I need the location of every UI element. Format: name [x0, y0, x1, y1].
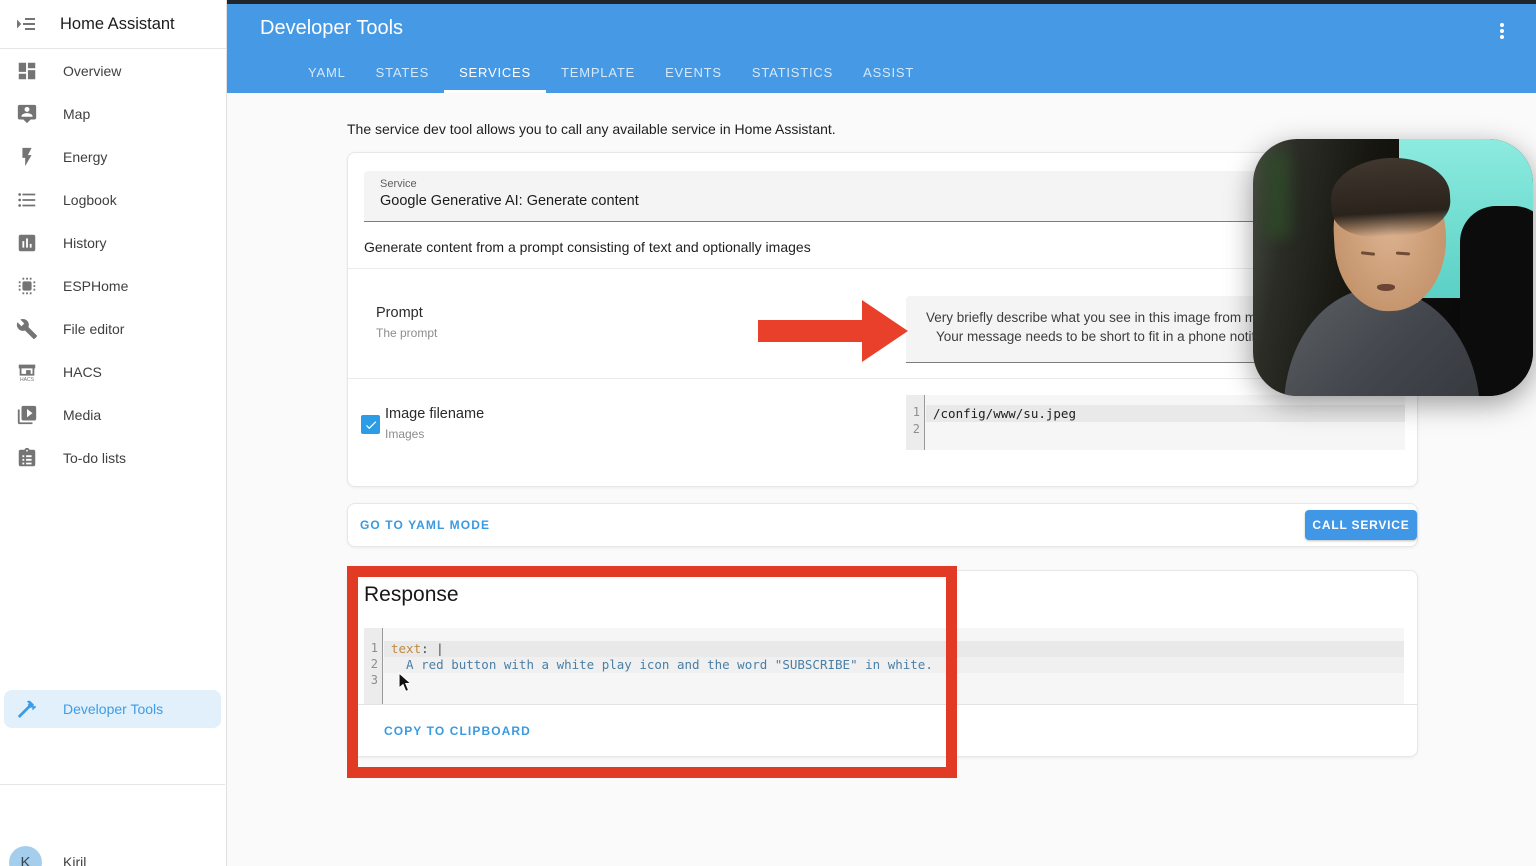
chart-box-icon — [18, 234, 36, 251]
line-number-gutter: 1 2 3 — [364, 628, 383, 704]
annotation-red-arrow-head — [862, 300, 908, 362]
response-card: Response 1 2 3 text: | A red button with… — [347, 570, 1418, 757]
map-icon — [17, 104, 37, 123]
page-title: Developer Tools — [260, 17, 404, 39]
call-service-button[interactable]: CALL SERVICE — [1305, 510, 1417, 540]
webcam-plant — [1264, 154, 1291, 239]
app-title: Home Assistant — [60, 14, 175, 33]
sidebar-item-energy[interactable]: Energy — [0, 135, 226, 178]
check-icon — [365, 420, 376, 429]
mouse-cursor — [398, 672, 413, 693]
sidebar-divider — [0, 784, 225, 785]
menu-open-icon[interactable] — [14, 12, 38, 36]
app-header: Developer Tools YAML STATES SERVICES TEM… — [227, 4, 1536, 93]
tab-events[interactable]: EVENTS — [650, 54, 737, 93]
presenter-hair — [1328, 154, 1452, 239]
sidebar-item-esphome[interactable]: ESPHome — [0, 264, 226, 307]
tab-template[interactable]: TEMPLATE — [546, 54, 650, 93]
hacs-store-icon: HACS — [18, 364, 36, 383]
svg-text:HACS: HACS — [20, 377, 35, 383]
sidebar-item-media[interactable]: Media — [0, 393, 226, 436]
wrench-icon — [16, 318, 38, 339]
sidebar-item-hacs[interactable]: HACS HACS — [0, 350, 226, 393]
service-select-label: Service — [380, 178, 417, 190]
service-select-value: Google Generative AI: Generate content — [380, 193, 639, 209]
tab-states[interactable]: STATES — [361, 54, 444, 93]
screen: Home Assistant Overview Map Energy Logbo… — [0, 0, 1536, 866]
user-name: Kiril — [63, 854, 87, 866]
copy-to-clipboard-link[interactable]: COPY TO CLIPBOARD — [384, 724, 531, 738]
sidebar-item-developer-tools[interactable]: Developer Tools — [4, 690, 221, 728]
presenter-eye — [1395, 251, 1410, 256]
avatar: K — [9, 845, 42, 866]
prompt-sublabel: The prompt — [376, 326, 438, 340]
service-select[interactable]: Service Google Generative AI: Generate c… — [364, 171, 1405, 222]
image-filename-label: Image filename — [385, 406, 485, 422]
response-editor[interactable]: 1 2 3 text: | A red button with a white … — [364, 628, 1404, 704]
sidebar-item-logbook[interactable]: Logbook — [0, 178, 226, 221]
sidebar-item-map[interactable]: Map — [0, 92, 226, 135]
sidebar-header: Home Assistant — [0, 0, 226, 49]
hammer-icon — [17, 700, 37, 718]
sidebar: Home Assistant Overview Map Energy Logbo… — [0, 0, 227, 866]
image-filename-editor[interactable]: 1 2 /config/www/su.jpeg — [906, 395, 1405, 450]
intro-text: The service dev tool allows you to call … — [347, 121, 836, 137]
presenter-head — [1328, 154, 1452, 315]
response-footer: COPY TO CLIPBOARD — [348, 704, 1417, 756]
sidebar-item-todo[interactable]: To-do lists — [0, 436, 226, 479]
sidebar-item-file-editor[interactable]: File editor — [0, 307, 226, 350]
media-play-icon — [17, 405, 37, 424]
annotation-red-arrow — [758, 320, 864, 342]
line-number-gutter: 1 2 — [906, 395, 925, 450]
response-title: Response — [364, 583, 459, 606]
tab-bar: YAML STATES SERVICES TEMPLATE EVENTS STA… — [293, 54, 929, 93]
go-to-yaml-mode-link[interactable]: GO TO YAML MODE — [360, 518, 490, 532]
chip-icon — [18, 277, 36, 294]
tab-assist[interactable]: ASSIST — [848, 54, 929, 93]
response-code-line1: text: | — [384, 641, 1404, 657]
response-code-line2: A red button with a white play icon and … — [384, 657, 1404, 673]
sidebar-item-overview[interactable]: Overview — [0, 49, 226, 92]
service-toolbar-card: GO TO YAML MODE CALL SERVICE — [347, 503, 1418, 547]
code-line: /config/www/su.jpeg — [926, 405, 1405, 422]
tab-services[interactable]: SERVICES — [444, 54, 546, 93]
service-description: Generate content from a prompt consistin… — [364, 239, 811, 255]
sidebar-item-user[interactable]: K Kiril — [0, 840, 225, 866]
tab-statistics[interactable]: STATISTICS — [737, 54, 848, 93]
overflow-menu-icon[interactable] — [1490, 19, 1514, 43]
sidebar-item-history[interactable]: History — [0, 221, 226, 264]
lightning-icon — [22, 147, 32, 166]
dashboard-icon — [18, 62, 36, 79]
image-filename-checkbox[interactable] — [361, 415, 380, 434]
clipboard-list-icon — [18, 447, 36, 466]
image-filename-sublabel: Images — [385, 427, 425, 441]
presenter-webcam-overlay — [1253, 139, 1533, 396]
prompt-label: Prompt — [376, 305, 423, 321]
list-icon — [18, 192, 36, 207]
tab-yaml[interactable]: YAML — [293, 54, 361, 93]
